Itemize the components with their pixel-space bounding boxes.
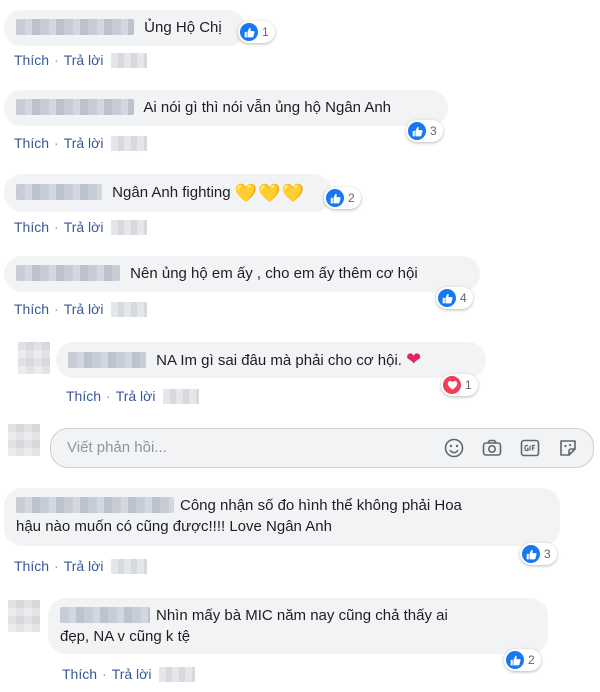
red-heart-icon: ❤ <box>406 349 422 369</box>
like-icon <box>326 189 344 207</box>
timestamp[interactable] <box>163 389 200 404</box>
timestamp[interactable] <box>159 667 196 682</box>
reply-bubble: Nhìn mấy bà MIC năm nay cũng chả thấy ai… <box>48 598 548 654</box>
reply-link[interactable]: Trả lời <box>64 52 104 68</box>
author-name[interactable] <box>16 19 134 35</box>
comment-text-line1: Công nhận số đo hình thể không phải Hoa <box>180 497 462 514</box>
reaction-count[interactable]: 2 <box>324 187 361 209</box>
reaction-count[interactable]: 3 <box>520 543 557 565</box>
comment-actions: Thích · Trả lời <box>14 301 148 317</box>
reaction-count[interactable]: 4 <box>436 287 473 309</box>
love-icon <box>443 376 461 394</box>
comment-text: Ngân Anh fighting <box>112 184 231 201</box>
comment-bubble: Ai nói gì thì nói vẫn ủng hộ Ngân Anh <box>4 90 448 126</box>
like-icon <box>408 122 426 140</box>
comment-bubble: Công nhận số đo hình thể không phải Hoa … <box>4 488 560 546</box>
timestamp[interactable] <box>111 220 148 235</box>
comment-bubble: Ngân Anh fighting 💛💛💛 <box>4 174 332 212</box>
comment-bubble: Nên ủng hộ em ấy , cho em ấy thêm cơ hội <box>4 256 480 292</box>
like-link[interactable]: Thích <box>14 135 49 151</box>
comment-actions: Thích · Trả lời <box>14 135 148 151</box>
reply-link[interactable]: Trả lời <box>64 219 104 235</box>
yellow-heart-icons: 💛💛💛 <box>234 183 306 203</box>
comment-text-line2: đẹp, NA v cũng k tệ <box>60 628 191 645</box>
comment-text-line2: hậu nào muốn có cũng được!!!! Love Ngân … <box>16 518 332 535</box>
comment-actions: Thích · Trả lời <box>14 558 148 574</box>
like-link[interactable]: Thích <box>62 666 97 682</box>
comment-text: NA Im gì sai đâu mà phải cho cơ hội. <box>156 352 402 369</box>
like-icon <box>240 23 258 41</box>
reply-link[interactable]: Trả lời <box>116 388 156 404</box>
reply-link[interactable]: Trả lời <box>64 558 104 574</box>
like-link[interactable]: Thích <box>14 301 49 317</box>
camera-icon[interactable] <box>481 437 503 459</box>
like-icon <box>522 545 540 563</box>
reply-placeholder: Viết phản hồi... <box>67 439 167 456</box>
avatar[interactable] <box>8 600 40 632</box>
reply-actions: Thích · Trả lời <box>66 388 200 404</box>
reply-actions: Thích · Trả lời <box>62 666 196 682</box>
current-user-avatar <box>8 424 40 456</box>
reaction-count[interactable]: 3 <box>406 120 443 142</box>
author-name[interactable] <box>68 352 146 368</box>
like-link[interactable]: Thích <box>14 52 49 68</box>
timestamp[interactable] <box>111 302 148 317</box>
like-link[interactable]: Thích <box>14 558 49 574</box>
emoji-icon[interactable] <box>443 437 465 459</box>
comment-actions: Thích · Trả lời <box>14 219 148 235</box>
like-link[interactable]: Thích <box>14 219 49 235</box>
reply-link[interactable]: Trả lời <box>64 135 104 151</box>
like-icon <box>506 651 524 669</box>
comment-text: Nên ủng hộ em ấy , cho em ấy thêm cơ hội <box>130 265 418 282</box>
like-link[interactable]: Thích <box>66 388 101 404</box>
author-name[interactable] <box>16 265 120 281</box>
reaction-count[interactable]: 1 <box>238 21 275 43</box>
reply-link[interactable]: Trả lời <box>64 301 104 317</box>
author-name[interactable] <box>16 99 134 115</box>
author-name[interactable] <box>16 184 102 200</box>
gif-icon[interactable] <box>519 437 541 459</box>
avatar[interactable] <box>18 342 50 374</box>
comment-text-line1: Nhìn mấy bà MIC năm nay cũng chả thấy ai <box>156 607 448 624</box>
timestamp[interactable] <box>111 559 148 574</box>
comment-bubble: Ủng Hộ Chị <box>4 10 246 46</box>
reaction-count[interactable]: 2 <box>504 649 541 671</box>
reaction-count[interactable]: 1 <box>441 374 478 396</box>
comment-text: Ủng Hộ Chị <box>144 19 222 36</box>
reply-bubble: NA Im gì sai đâu mà phải cho cơ hội. ❤ <box>56 342 486 378</box>
comment-text: Ai nói gì thì nói vẫn ủng hộ Ngân Anh <box>143 99 392 116</box>
like-icon <box>438 289 456 307</box>
author-name[interactable] <box>60 607 150 623</box>
comment-actions: Thích · Trả lời <box>14 52 148 68</box>
timestamp[interactable] <box>111 53 148 68</box>
timestamp[interactable] <box>111 136 148 151</box>
sticker-icon[interactable] <box>557 437 579 459</box>
reply-input[interactable]: Viết phản hồi... <box>50 428 594 468</box>
author-name[interactable] <box>16 497 174 513</box>
reply-link[interactable]: Trả lời <box>112 666 152 682</box>
